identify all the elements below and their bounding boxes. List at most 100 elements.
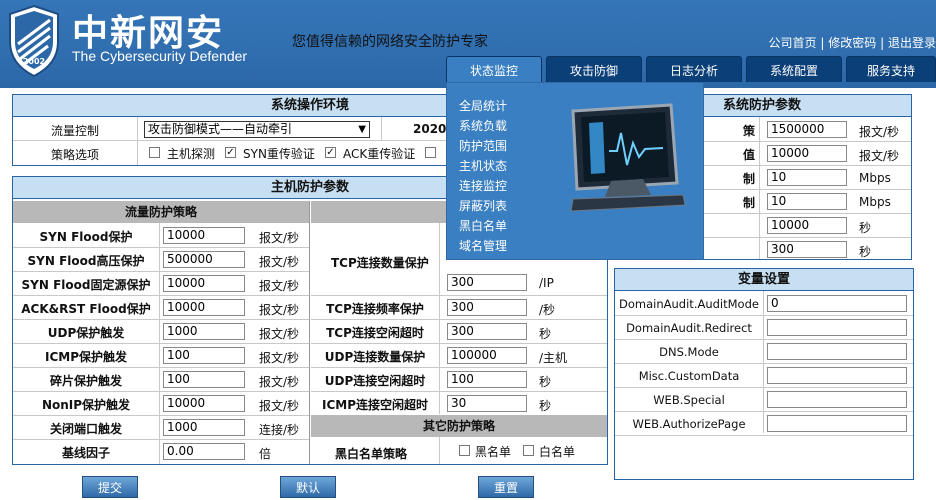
- slogan: 您值得信赖的网络安全防护专家: [292, 34, 488, 50]
- default-button[interactable]: 默认: [280, 476, 336, 498]
- flow-row-label: ICMP保护触发: [44, 350, 127, 364]
- checkbox-whitelist[interactable]: [523, 445, 534, 456]
- menu-item-conn-monitor[interactable]: 连接监控: [459, 177, 507, 194]
- sys-row-input[interactable]: 10000: [767, 217, 847, 234]
- flow-row-input[interactable]: 10000: [163, 227, 245, 244]
- sys-row-input[interactable]: 1500000: [767, 121, 847, 138]
- flow-row-input[interactable]: 10000: [163, 299, 245, 316]
- flow-row-input[interactable]: 10000: [163, 275, 245, 292]
- var-row-name: Misc.CustomData: [638, 369, 740, 383]
- var-row-input[interactable]: [767, 415, 907, 432]
- logo-shield-icon: 2002: [9, 4, 59, 78]
- var-row-name: DomainAudit.Redirect: [626, 321, 752, 335]
- flow-row-input[interactable]: 1000: [163, 419, 245, 436]
- link-change-password[interactable]: 修改密码: [828, 36, 876, 50]
- vars-panel: 变量设置 DomainAudit.AuditMode 0 DomainAudit.R…: [614, 268, 914, 480]
- option-whitelist: 白名单: [539, 445, 576, 459]
- flow-row-unit: 报文/秒: [259, 375, 300, 389]
- flow-row-input[interactable]: 1000: [163, 323, 245, 340]
- row-divider: [703, 237, 911, 238]
- conn-row-input[interactable]: 300: [447, 299, 527, 316]
- flow-row-input[interactable]: 100: [163, 347, 245, 364]
- link-separator: |: [820, 36, 825, 50]
- checkbox-ack-retrans[interactable]: ✓: [325, 147, 336, 158]
- flow-row-unit: 报文/秒: [259, 327, 300, 341]
- conn-row-input[interactable]: 100000: [447, 347, 527, 364]
- checkbox-host-probe[interactable]: [149, 147, 160, 158]
- menu-item-system-load[interactable]: 系统负载: [459, 117, 507, 134]
- var-row-input[interactable]: [767, 367, 907, 384]
- flow-row-input[interactable]: 0.00: [163, 443, 245, 460]
- tab-attack-defense[interactable]: 攻击防御: [546, 56, 642, 82]
- conn-row-label: TCP连接频率保护: [326, 302, 424, 316]
- link-logout[interactable]: 退出登录: [888, 36, 936, 50]
- menu-item-domain-mgmt[interactable]: 域名管理: [459, 237, 507, 254]
- date-partial: 2020: [413, 122, 447, 136]
- sys-row-input[interactable]: 10: [767, 169, 847, 186]
- sys-row-unit: 报文/秒: [859, 149, 900, 163]
- reset-button[interactable]: 重置: [478, 476, 534, 498]
- checkbox-blacklist[interactable]: [459, 445, 470, 456]
- tab-system-config[interactable]: 系统配置: [746, 56, 842, 82]
- menu-item-bw-list[interactable]: 黑白名单: [459, 217, 507, 234]
- vars-title: 变量设置: [615, 269, 913, 291]
- flow-control-select[interactable]: 攻击防御模式——自动牵引 ▼: [144, 121, 370, 138]
- checkbox-syn-retrans[interactable]: ✓: [225, 147, 236, 158]
- var-row-name: DomainAudit.AuditMode: [619, 297, 759, 311]
- flow-row-label: ACK&RST Flood保护: [21, 302, 151, 316]
- var-row-name: WEB.Special: [653, 393, 725, 407]
- conn-row-input[interactable]: 30: [447, 395, 527, 412]
- menu-item-protect-range[interactable]: 防护范围: [459, 137, 507, 154]
- menu-item-host-status[interactable]: 主机状态: [459, 157, 507, 174]
- flow-row-input[interactable]: 10000: [163, 395, 245, 412]
- sys-row-input[interactable]: 300: [767, 241, 847, 258]
- row-divider: [13, 319, 309, 320]
- sys-row-label: 制: [742, 172, 755, 186]
- conn-row-unit: /秒: [539, 303, 556, 317]
- var-row-input[interactable]: 0: [767, 295, 907, 312]
- row-divider: [703, 141, 911, 142]
- flow-row-label: 基线因子: [61, 446, 110, 460]
- conn-row-unit: /主机: [539, 351, 568, 365]
- tab-log-analysis[interactable]: 日志分析: [646, 56, 742, 82]
- sys-row-label: 制: [742, 196, 755, 210]
- conn-row-input[interactable]: 100: [447, 371, 527, 388]
- menu-item-block-list[interactable]: 屏蔽列表: [459, 197, 507, 214]
- link-home[interactable]: 公司首页: [769, 36, 817, 50]
- row-divider: [13, 295, 309, 296]
- logo-title-en: The Cybersecurity Defender: [72, 48, 248, 64]
- flow-row-label: NonIP保护触发: [41, 398, 131, 412]
- flow-row-label: SYN Flood高压保护: [27, 254, 145, 268]
- flow-control-label: 流量控制: [50, 124, 99, 138]
- row-divider: [311, 391, 607, 392]
- flow-row-label: UDP保护触发: [47, 326, 125, 340]
- flow-row-input[interactable]: 100: [163, 371, 245, 388]
- sys-row-unit: Mbps: [859, 171, 891, 185]
- link-separator: |: [880, 36, 885, 50]
- flow-row-label: SYN Flood保护: [39, 230, 133, 244]
- sys-row-input[interactable]: 10: [767, 193, 847, 210]
- bw-list-label: 黑白名单策略: [335, 447, 408, 461]
- tcp-count-per-ip-input[interactable]: 300: [447, 274, 527, 291]
- sys-row-label: 值: [742, 148, 755, 162]
- flow-row-unit: 连接/秒: [259, 423, 300, 437]
- sys-row-unit: Mbps: [859, 195, 891, 209]
- var-row-name: WEB.AuthorizePage: [632, 417, 746, 431]
- conn-row-label: TCP连接空闲超时: [326, 326, 424, 340]
- option-syn-retrans: SYN重传验证: [243, 147, 315, 161]
- flow-row-unit: 报文/秒: [259, 399, 300, 413]
- var-row-input[interactable]: [767, 343, 907, 360]
- sys-row-input[interactable]: 10000: [767, 145, 847, 162]
- checkbox-partial[interactable]: [425, 147, 436, 158]
- row-divider: [615, 339, 913, 340]
- var-row-input[interactable]: [767, 391, 907, 408]
- tcp-count-per-ip-unit: /IP: [539, 276, 554, 290]
- submit-button[interactable]: 提交: [82, 476, 138, 498]
- conn-row-input[interactable]: 300: [447, 323, 527, 340]
- var-row-input[interactable]: [767, 319, 907, 336]
- menu-item-global-stats[interactable]: 全局统计: [459, 97, 507, 114]
- option-blacklist: 黑名单: [475, 445, 512, 459]
- flow-row-input[interactable]: 500000: [163, 251, 245, 268]
- row-divider: [615, 411, 913, 412]
- tab-service-support[interactable]: 服务支持: [846, 56, 936, 82]
